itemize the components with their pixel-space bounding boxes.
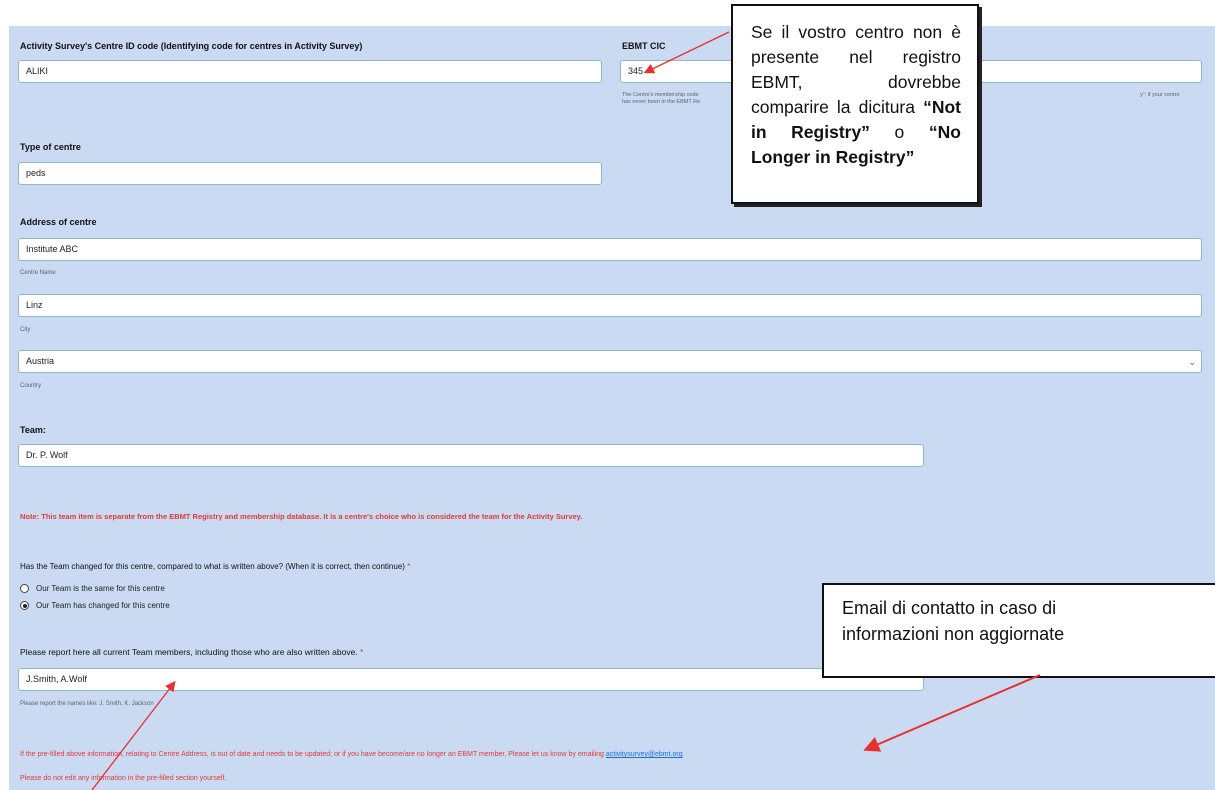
update-notice: If the pre-filled above information, rel…	[20, 751, 683, 758]
type-of-centre-label: Type of centre	[20, 142, 81, 152]
ebmt-cic-label: EBMT CIC	[622, 41, 666, 51]
ebmt-cic-help-right: y"; if your centre	[1140, 92, 1180, 98]
email-callout-text-1: Email di contatto in caso di	[842, 598, 1057, 618]
radio-button-checked[interactable]	[20, 601, 29, 610]
team-changed-question-text: Has the Team changed for this centre, co…	[20, 562, 405, 571]
email-callout: Email di contatto in caso di informazion…	[822, 583, 1215, 678]
radio-button[interactable]	[20, 584, 29, 593]
country-sublabel: Country	[20, 383, 42, 389]
team-members-input[interactable]: J.Smith, A.Wolf	[18, 668, 924, 691]
team-label: Team:	[20, 425, 46, 435]
email-callout-line-1: Email di contatto in caso di	[842, 595, 1214, 621]
team-changed-question: Has the Team changed for this centre, co…	[20, 562, 410, 571]
team-input[interactable]: Dr. P. Wolf	[18, 444, 924, 467]
edit-warning: Please do not edit any information in th…	[20, 775, 227, 782]
radio-team-same[interactable]: Our Team is the same for this centre	[20, 584, 165, 593]
chevron-down-icon: ⌄	[1188, 357, 1196, 367]
team-members-label: Please report here all current Team memb…	[20, 647, 363, 657]
radio-team-changed-label: Our Team has changed for this centre	[36, 601, 170, 610]
team-members-label-text: Please report here all current Team memb…	[20, 647, 358, 657]
team-note: Note: This team item is separate from th…	[20, 512, 583, 521]
ebmt-cic-help-2: has never been in the EBMT Re	[622, 99, 701, 105]
radio-team-changed[interactable]: Our Team has changed for this centre	[20, 601, 170, 610]
ebmt-cic-help-1: The Centre's membership code	[622, 92, 699, 98]
registry-callout: Se il vostro centro non è presente nel r…	[731, 4, 979, 204]
activity-id-label: Activity Survey's Centre ID code (Identi…	[20, 41, 363, 51]
city-sublabel: City	[20, 327, 31, 333]
country-select-value: Austria	[26, 356, 55, 366]
contact-email-link[interactable]: activitysurvey@ebmt.org	[606, 751, 683, 758]
centre-name-sublabel: Centre Name	[20, 270, 56, 276]
required-mark: *	[407, 562, 411, 571]
update-notice-text: If the pre-filled above information, rel…	[20, 751, 604, 758]
city-input[interactable]: Linz	[18, 294, 1202, 317]
centre-name-input[interactable]: Institute ABC	[18, 238, 1202, 261]
address-label: Address of centre	[20, 217, 97, 227]
activity-id-input[interactable]: ALIKI	[18, 60, 602, 83]
type-of-centre-input[interactable]: peds	[18, 162, 602, 185]
required-mark: *	[360, 647, 364, 657]
country-select[interactable]: Austria ⌄	[18, 350, 1202, 373]
email-callout-text-2: informazioni non aggiornate	[842, 624, 1065, 644]
radio-team-same-label: Our Team is the same for this centre	[36, 584, 165, 593]
registry-callout-or: o	[894, 122, 905, 142]
team-members-help: Please report the names like: J. Smith, …	[20, 701, 154, 707]
